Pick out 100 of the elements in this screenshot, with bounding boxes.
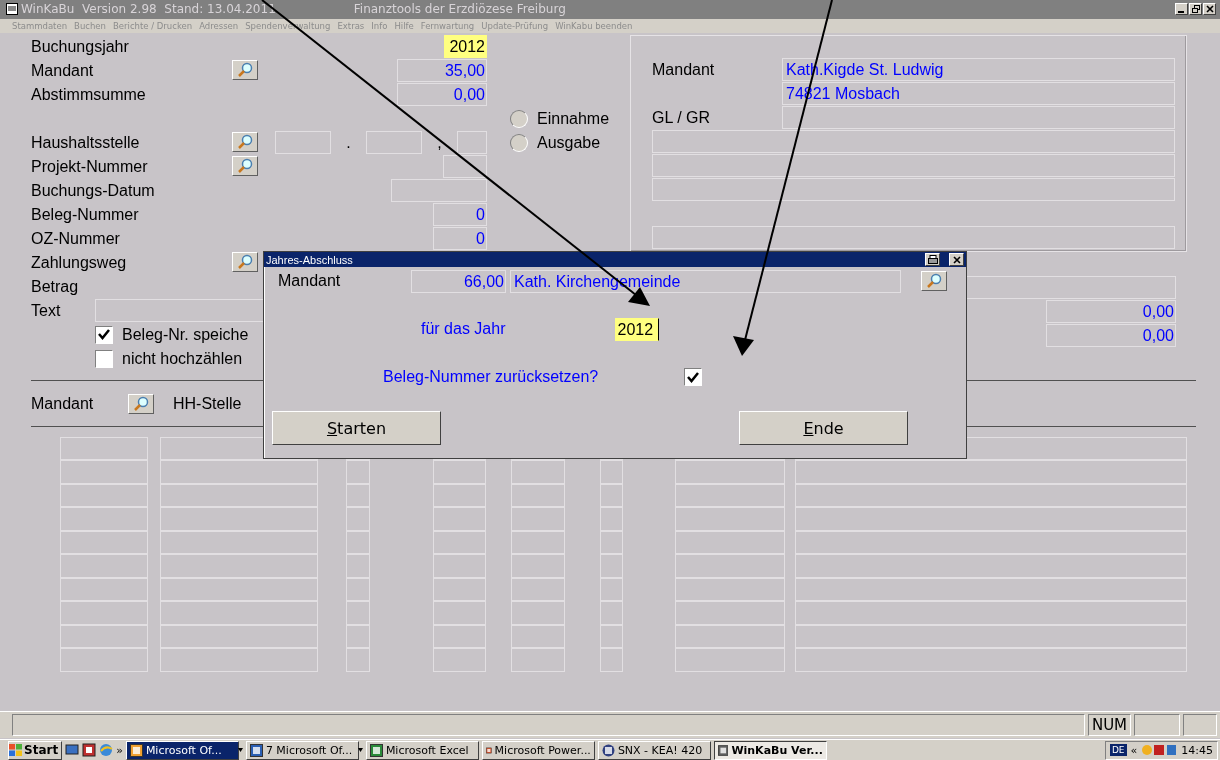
- table-cell: [600, 483, 623, 508]
- more-label[interactable]: »: [116, 743, 123, 757]
- status-panel: [1183, 714, 1217, 736]
- lookup-button[interactable]: [232, 251, 258, 272]
- input-field[interactable]: [652, 130, 1175, 154]
- app-icon[interactable]: [82, 743, 97, 757]
- restore-button[interactable]: [1189, 3, 1202, 16]
- table-cell: [600, 648, 623, 672]
- caret-icon[interactable]: [357, 748, 363, 752]
- checkbox[interactable]: [684, 368, 703, 386]
- table-cell: [600, 601, 623, 625]
- table-cell: [433, 507, 486, 531]
- table-cell: [346, 577, 370, 602]
- table-cell: [433, 554, 486, 578]
- printer-icon: [927, 255, 938, 264]
- table-cell: [433, 530, 486, 555]
- print-button[interactable]: [925, 253, 940, 266]
- input-field[interactable]: [391, 179, 487, 203]
- table-cell: [600, 624, 623, 649]
- calendar-icon: [129, 743, 143, 757]
- sheet-icon: [369, 743, 383, 757]
- search-icon: [237, 133, 253, 150]
- table-cell: [346, 554, 370, 578]
- close-button[interactable]: [949, 253, 964, 266]
- input-field[interactable]: [782, 106, 1175, 130]
- dialog-button[interactable]: Ende: [739, 411, 908, 445]
- table-cell: [511, 577, 565, 602]
- taskbar-button[interactable]: Microsoft Excel: [365, 740, 479, 760]
- input-field[interactable]: [652, 154, 1175, 178]
- desktop-icon[interactable]: [65, 743, 80, 757]
- taskbar-button[interactable]: WinKaBu Ver...: [713, 740, 827, 760]
- lookup-button[interactable]: [232, 131, 258, 152]
- checkbox-label: Beleg-Nr. speiche: [122, 325, 249, 344]
- table-cell: [346, 483, 370, 508]
- input-field[interactable]: 0: [433, 203, 487, 227]
- input-field[interactable]: [457, 131, 487, 155]
- search-icon: [237, 157, 253, 174]
- input-field[interactable]: 0,00: [397, 83, 487, 107]
- amount-field[interactable]: 0,00: [1046, 324, 1176, 348]
- year-field[interactable]: 2012: [444, 35, 487, 59]
- close-button[interactable]: [1203, 3, 1216, 16]
- input-field[interactable]: [366, 131, 422, 155]
- input-field[interactable]: 35,00: [397, 59, 487, 83]
- status-panel: [1134, 714, 1180, 736]
- checkmark-icon: [98, 329, 110, 341]
- table-cell: [511, 530, 565, 555]
- input-field[interactable]: [652, 178, 1175, 202]
- input-field[interactable]: [443, 155, 487, 179]
- tray-expand[interactable]: «: [1130, 743, 1138, 757]
- restore-icon: [1191, 5, 1200, 14]
- lookup-button[interactable]: [232, 155, 258, 176]
- table-cell: [346, 530, 370, 555]
- table-cell: [433, 648, 486, 672]
- checkbox[interactable]: [95, 325, 113, 344]
- app-icon: [6, 3, 18, 16]
- table-cell: [511, 554, 565, 578]
- table-cell: [433, 460, 486, 484]
- minimize-button[interactable]: [1175, 3, 1188, 16]
- globe-icon: [601, 743, 615, 757]
- table-cell: [600, 507, 623, 531]
- taskbar-button[interactable]: Microsoft Power...: [481, 740, 595, 760]
- taskbar-button[interactable]: Microsoft Of...: [125, 740, 239, 760]
- year-field[interactable]: 2012: [615, 317, 660, 341]
- table-cell: [346, 601, 370, 625]
- table-cell: [433, 601, 486, 625]
- table-cell: [511, 601, 565, 625]
- separator-mark: .: [345, 133, 352, 152]
- input-field[interactable]: 0: [433, 227, 487, 251]
- table-cell: [600, 460, 623, 484]
- radio-button[interactable]: [510, 109, 528, 128]
- close-icon: [952, 255, 961, 264]
- lookup-button[interactable]: [232, 59, 258, 80]
- table-cell: [346, 624, 370, 649]
- amount-field[interactable]: 0,00: [1046, 300, 1176, 324]
- language-indicator[interactable]: DE: [1109, 744, 1127, 756]
- field-label: Abstimmsumme: [31, 85, 147, 104]
- dialog-button[interactable]: Starten: [272, 411, 441, 445]
- number-field[interactable]: 66,00: [411, 269, 506, 293]
- input-field[interactable]: [275, 131, 331, 155]
- table-cell: [346, 460, 370, 484]
- document-icon: [249, 743, 263, 757]
- lookup-button[interactable]: [921, 271, 947, 291]
- checkbox[interactable]: [95, 349, 113, 368]
- table-cell: [600, 530, 623, 555]
- table-cell: [511, 624, 565, 649]
- caret-icon[interactable]: [237, 748, 243, 752]
- field-label: Mandant: [652, 60, 716, 79]
- input-field[interactable]: [652, 226, 1175, 250]
- checkbox-label: nicht hochzählen: [122, 349, 243, 368]
- field-label: Beleg-Nummer: [31, 205, 140, 224]
- start-button[interactable]: Start: [8, 740, 63, 760]
- taskbar-button[interactable]: SNX - KEA! 420: [597, 740, 711, 760]
- dialog-title: Jahres-Abschluss: [266, 253, 354, 266]
- taskbar-button[interactable]: 7 Microsoft Of...: [245, 740, 359, 760]
- lookup-button[interactable]: [128, 393, 154, 414]
- clock: 14:45: [1181, 743, 1213, 757]
- separator-mark: ,: [436, 133, 443, 152]
- window-icon: [717, 743, 729, 757]
- radio-button[interactable]: [510, 133, 528, 152]
- flag-icon: [9, 744, 22, 756]
